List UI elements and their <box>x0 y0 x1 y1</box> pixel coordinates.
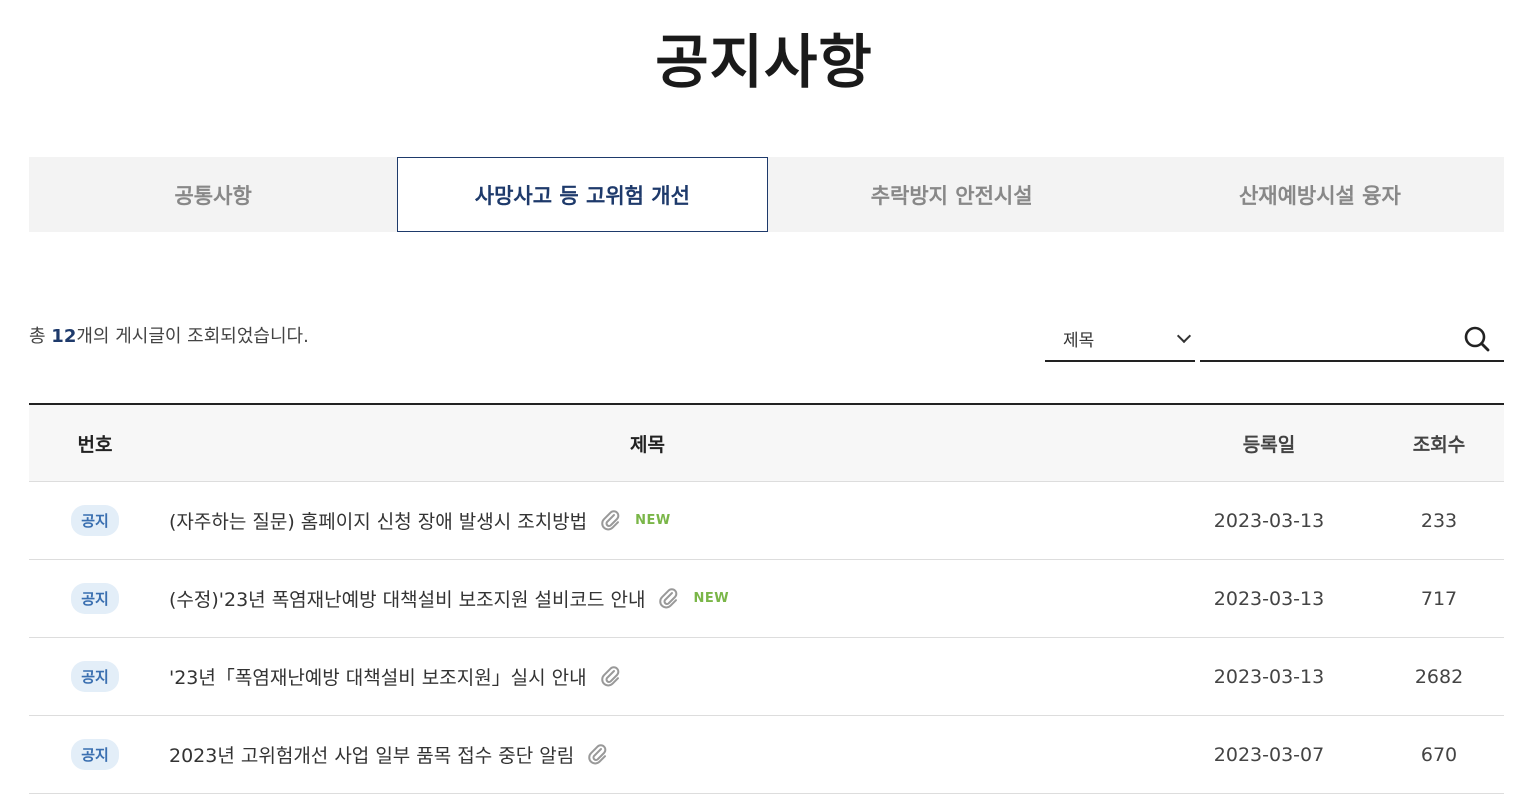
header-date: 등록일 <box>1242 433 1296 456</box>
new-badge: NEW <box>693 591 730 606</box>
notice-badge: 공지 <box>71 505 119 536</box>
header-no: 번호 <box>77 433 113 456</box>
post-title-link[interactable]: (자주하는 질문) 홈페이지 신청 장애 발생시 조치방법 <box>169 507 587 534</box>
post-title-link[interactable]: (수정)'23년 폭염재난예방 대책설비 보조지원 설비코드 안내 <box>169 585 645 612</box>
tab-fall-prevention[interactable]: 추락방지 안전시설 <box>768 157 1136 232</box>
table-row[interactable]: 공지 '23년「폭염재난예방 대책설비 보조지원」실시 안내 2023-03-1… <box>29 638 1504 716</box>
search-icon <box>1464 326 1490 351</box>
new-badge: NEW <box>635 513 671 528</box>
attachment-icon <box>601 509 621 532</box>
search-field-select[interactable]: 제목 <box>1045 317 1195 362</box>
table-row[interactable]: 공지 2023년 고위험개선 사업 일부 품목 접수 중단 알림 2023-03… <box>29 716 1504 794</box>
post-views: 233 <box>1420 509 1458 532</box>
header-title: 제목 <box>630 433 665 456</box>
post-date: 2023-03-13 <box>1213 665 1325 688</box>
tab-accident-prevention-loan[interactable]: 산재예방시설 융자 <box>1136 157 1504 232</box>
attachment-icon <box>600 665 621 688</box>
tab-high-risk-improvement[interactable]: 사망사고 등 고위험 개선 <box>397 157 768 232</box>
notice-badge: 공지 <box>71 661 119 692</box>
category-tabs: 공통사항 사망사고 등 고위험 개선 추락방지 안전시설 산재예방시설 융자 <box>29 157 1504 232</box>
post-title-link[interactable]: '23년「폭염재난예방 대책설비 보조지원」실시 안내 <box>169 663 587 690</box>
attachment-icon <box>588 743 608 766</box>
table-row[interactable]: 공지 (수정)'23년 폭염재난예방 대책설비 보조지원 설비코드 안내 NEW… <box>29 560 1504 638</box>
post-date: 2023-03-07 <box>1213 743 1325 766</box>
result-count: 12 <box>51 326 77 347</box>
post-title-link[interactable]: 2023년 고위험개선 사업 일부 품목 접수 중단 알림 <box>169 741 574 768</box>
post-date: 2023-03-13 <box>1213 509 1325 532</box>
result-summary: 총 12개의 게시글이 조회되었습니다. <box>29 322 309 352</box>
post-views: 717 <box>1420 587 1458 610</box>
attachment-icon <box>659 587 679 610</box>
chevron-down-icon <box>1176 328 1192 344</box>
table-header: 번호 제목 등록일 조회수 <box>29 405 1504 482</box>
search-button[interactable] <box>1450 317 1504 362</box>
header-views: 조회수 <box>1412 433 1466 456</box>
table-row[interactable]: 공지 (자주하는 질문) 홈페이지 신청 장애 발생시 조치방법 NEW 202… <box>29 482 1504 560</box>
search-field-value: 제목 <box>1063 331 1095 351</box>
notice-badge: 공지 <box>71 583 119 614</box>
notice-table: 번호 제목 등록일 조회수 공지 (자주하는 질문) 홈페이지 신청 장애 발생… <box>29 403 1504 794</box>
notice-badge: 공지 <box>71 739 119 770</box>
post-views: 670 <box>1420 743 1458 766</box>
post-date: 2023-03-13 <box>1213 587 1325 610</box>
summary-prefix: 총 <box>29 326 52 347</box>
post-views: 2682 <box>1414 665 1464 688</box>
tab-common[interactable]: 공통사항 <box>29 157 397 232</box>
summary-suffix: 개의 게시글이 조회되었습니다. <box>76 326 309 347</box>
search-input[interactable] <box>1200 317 1450 362</box>
page-title: 공지사항 <box>655 28 873 96</box>
